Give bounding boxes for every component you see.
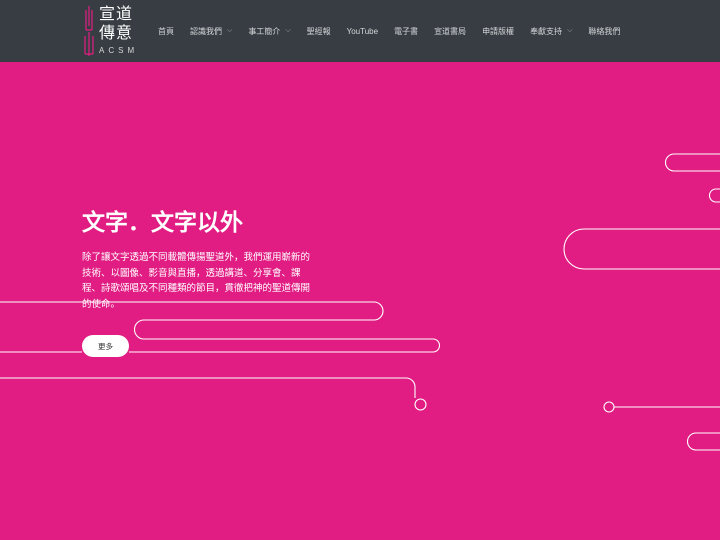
top-navigation-bar: 宣道 傳意 ACSM 首頁 認識我們 ⌵ 事工簡介 ⌵ 聖經報 YouTube 電子… [0,0,720,62]
chevron-down-icon: ⌵ [285,27,291,34]
chevron-down-icon: ⌵ [567,27,573,34]
nav-label: 奉獻支持 [530,26,563,36]
nav-label: 聯絡我們 [588,26,621,36]
more-button[interactable]: 更多 [82,335,129,357]
nav-youtube[interactable]: YouTube [347,27,378,36]
chevron-down-icon: ⌵ [227,27,233,34]
nav-ebooks[interactable]: 電子書 [394,26,418,37]
hero-title: 文字．文字以外 [82,210,243,236]
logo-title-line1: 宣道 [99,4,134,23]
nav-label: YouTube [346,26,379,36]
nav-ministries[interactable]: 事工簡介 ⌵ [248,26,290,37]
nav-label: 首頁 [158,26,174,36]
logo-mark-icon [84,6,94,56]
logo-title-line2: 傳意 [99,23,134,42]
main-menu: 首頁 認識我們 ⌵ 事工簡介 ⌵ 聖經報 YouTube 電子書 宣道書局 申請版權… [150,22,628,40]
hero-description: 除了讓文字透過不同載體傳揚聖道外，我們運用嶄新的技術、以圖像、影音與直播，透過講… [82,252,311,310]
nav-label: 事工簡介 [248,26,281,36]
nav-label: 宣道書局 [434,26,467,36]
logo-subtitle: ACSM [99,46,139,55]
nav-label: 聖經報 [306,26,331,36]
more-button-label: 更多 [98,341,113,351]
nav-bookstore[interactable]: 宣道書局 [434,26,466,37]
nav-home[interactable]: 首頁 [158,26,174,37]
nav-label: 認識我們 [190,26,222,36]
nav-label: 電子書 [394,26,419,36]
site-logo[interactable]: 宣道 傳意 ACSM [82,4,142,58]
nav-contact[interactable]: 聯絡我們 [588,26,620,37]
nav-about-us[interactable]: 認識我們 ⌵ [190,26,232,37]
nav-copyright[interactable]: 申請版權 [482,26,514,37]
nav-donate[interactable]: 奉獻支持 ⌵ [530,26,572,37]
nav-label: 申請版權 [482,26,515,36]
nav-bible-newspaper[interactable]: 聖經報 [307,26,331,37]
hero-section: 文字．文字以外 除了讓文字透過不同載體傳揚聖道外，我們運用嶄新的技術、以圖像、影… [82,204,312,312]
